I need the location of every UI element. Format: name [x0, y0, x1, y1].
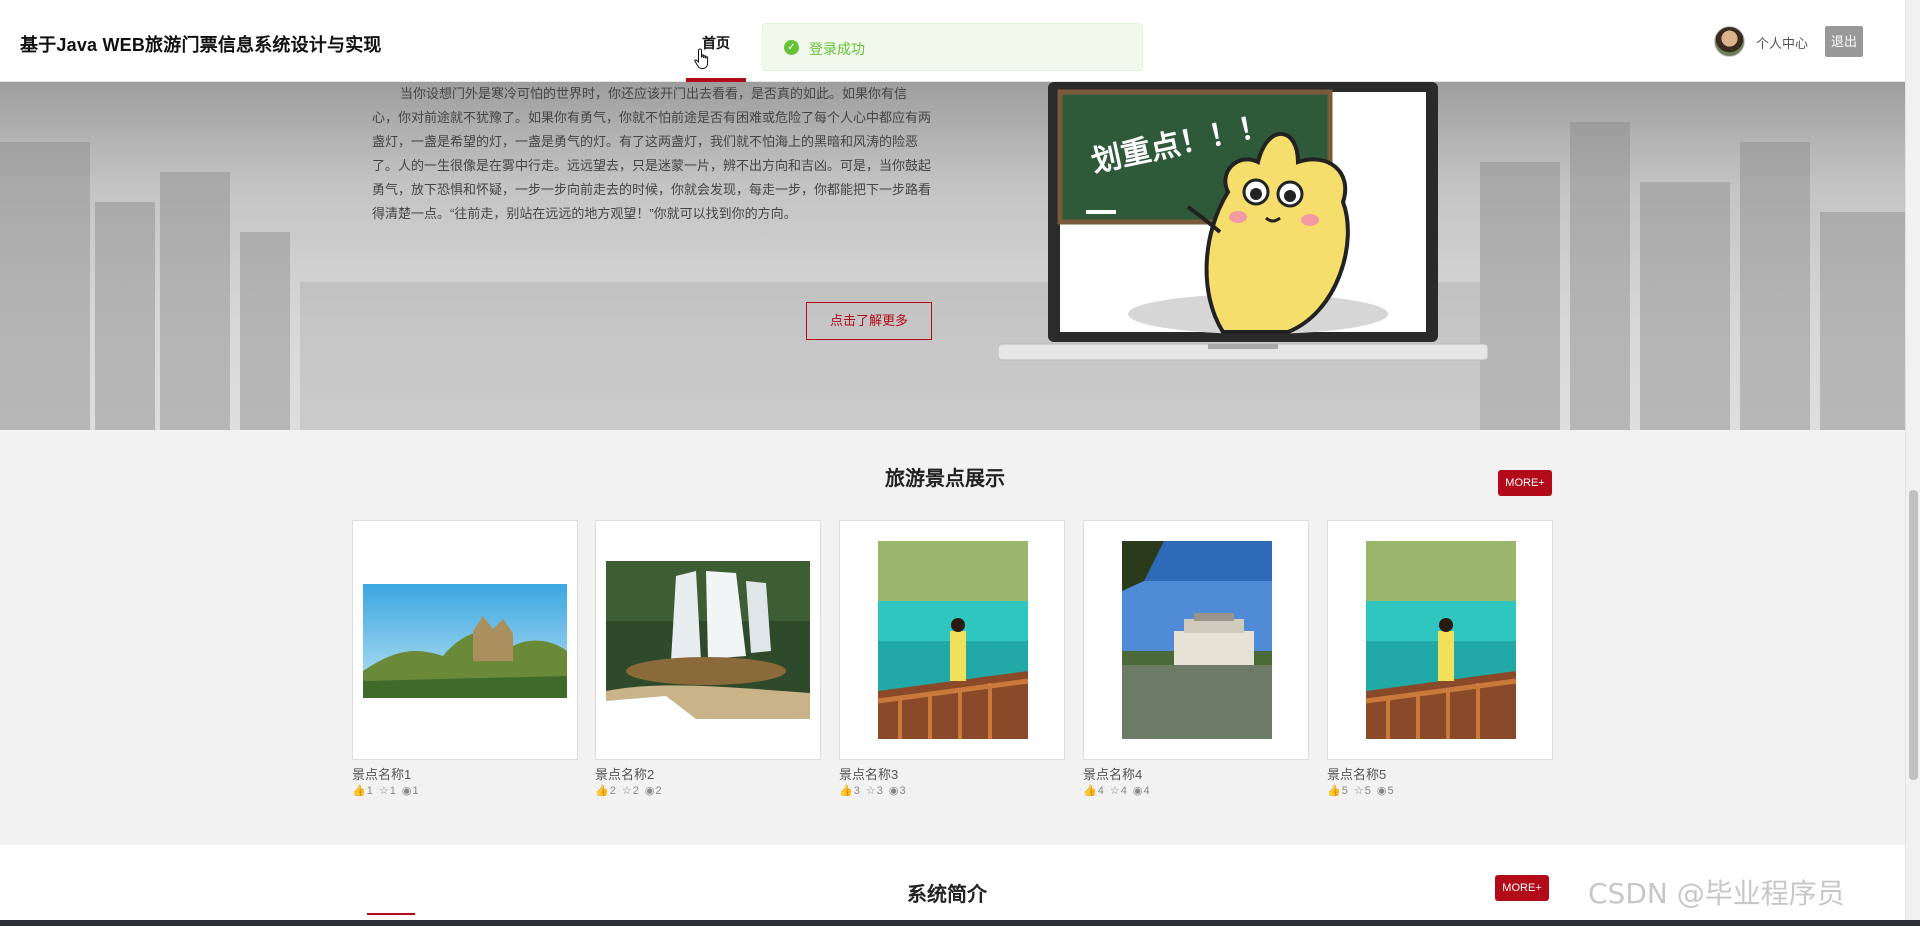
eye-icon: ◉ [644, 785, 655, 797]
views-count: 1 [412, 785, 419, 797]
favorites-count: 3 [876, 785, 883, 797]
attraction-image-frame [595, 520, 821, 760]
favorites-count: 4 [1120, 785, 1127, 797]
attractions-title: 旅游景点展示 [885, 468, 1005, 490]
attraction-stats: 👍3 ☆3 ◉3 [839, 784, 1065, 797]
profile-link[interactable]: 个人中心 [1756, 33, 1808, 52]
intro-accent-line [367, 913, 415, 915]
success-toast: ✓ 登录成功 [762, 23, 1143, 71]
eye-icon: ◉ [401, 785, 412, 797]
nav-active-indicator [686, 78, 746, 82]
eye-icon: ◉ [1132, 785, 1143, 797]
attraction-image-frame [1327, 520, 1553, 760]
attraction-name: 景点名称3 [839, 767, 899, 782]
star-icon: ☆ [1109, 785, 1120, 797]
attraction-image [877, 541, 1029, 739]
hero-paragraph: 当你设想门外是寒冷可怕的世界时，你还应该开门出去看看，是否真的如此。如果你有信心… [372, 86, 932, 221]
learn-more-button[interactable]: 点击了解更多 [806, 302, 932, 340]
likes-count: 5 [1341, 785, 1348, 797]
attraction-card[interactable]: 景点名称4 👍4 ☆4 ◉4 [1083, 520, 1309, 797]
taskbar-edge [0, 920, 1920, 926]
attraction-stats: 👍2 ☆2 ◉2 [595, 784, 821, 797]
attraction-card[interactable]: 景点名称5 👍5 ☆5 ◉5 [1327, 520, 1553, 797]
attraction-name: 景点名称2 [595, 767, 655, 782]
csdn-watermark: CSDN @毕业程序员 [1588, 877, 1845, 910]
likes-count: 4 [1097, 785, 1104, 797]
site-title: 基于Java WEB旅游门票信息系统设计与实现 [20, 35, 382, 55]
city-skyline-background [0, 122, 1905, 430]
likes-count: 1 [366, 785, 373, 797]
toast-message: 登录成功 [809, 41, 865, 57]
favorites-count: 2 [632, 785, 639, 797]
attraction-card[interactable]: 景点名称2 👍2 ☆2 ◉2 [595, 520, 821, 797]
scrollbar-thumb[interactable] [1909, 490, 1918, 780]
attraction-name: 景点名称5 [1327, 767, 1387, 782]
attraction-image-frame [1083, 520, 1309, 760]
attraction-image [1365, 541, 1517, 739]
page-scrollbar[interactable] [1905, 0, 1920, 926]
thumbs-up-icon: 👍 [1083, 785, 1097, 797]
eye-icon: ◉ [888, 785, 899, 797]
attraction-image-frame [352, 520, 578, 760]
attraction-image [606, 561, 810, 719]
attractions-more-button[interactable]: MORE+ [1498, 470, 1552, 496]
views-count: 2 [655, 785, 662, 797]
attraction-name: 景点名称1 [352, 767, 412, 782]
logout-button[interactable]: 退出 [1825, 26, 1863, 57]
hero-banner: 当你设想门外是寒冷可怕的世界时，你还应该开门出去看看，是否真的如此。如果你有信心… [0, 82, 1905, 430]
attraction-name: 景点名称4 [1083, 767, 1143, 782]
avatar[interactable] [1714, 26, 1745, 57]
attraction-stats: 👍5 ☆5 ◉5 [1327, 784, 1553, 797]
thumbs-up-icon: 👍 [839, 785, 853, 797]
favorites-count: 1 [389, 785, 396, 797]
thumbs-up-icon: 👍 [1327, 785, 1341, 797]
views-count: 5 [1387, 785, 1394, 797]
attraction-image-frame [839, 520, 1065, 760]
star-icon: ☆ [865, 785, 876, 797]
star-icon: ☆ [621, 785, 632, 797]
views-count: 4 [1143, 785, 1150, 797]
likes-count: 2 [609, 785, 616, 797]
laptop-illustration: 划重点！！！ [998, 82, 1489, 361]
star-icon: ☆ [378, 785, 389, 797]
system-intro-title: 系统简介 [907, 884, 987, 906]
star-icon: ☆ [1353, 785, 1364, 797]
attraction-card[interactable]: 景点名称1 👍1 ☆1 ◉1 [352, 520, 578, 797]
attraction-image [363, 584, 567, 698]
thumbs-up-icon: 👍 [595, 785, 609, 797]
attraction-image [1122, 541, 1272, 739]
check-circle-icon: ✓ [784, 40, 799, 55]
likes-count: 3 [853, 785, 860, 797]
system-intro-more-button[interactable]: MORE+ [1495, 875, 1549, 901]
attraction-card[interactable]: 景点名称3 👍3 ☆3 ◉3 [839, 520, 1065, 797]
hand-cursor-icon [694, 48, 709, 69]
attraction-stats: 👍4 ☆4 ◉4 [1083, 784, 1309, 797]
favorites-count: 5 [1364, 785, 1371, 797]
eye-icon: ◉ [1376, 785, 1387, 797]
views-count: 3 [899, 785, 906, 797]
thumbs-up-icon: 👍 [352, 785, 366, 797]
attraction-stats: 👍1 ☆1 ◉1 [352, 784, 578, 797]
